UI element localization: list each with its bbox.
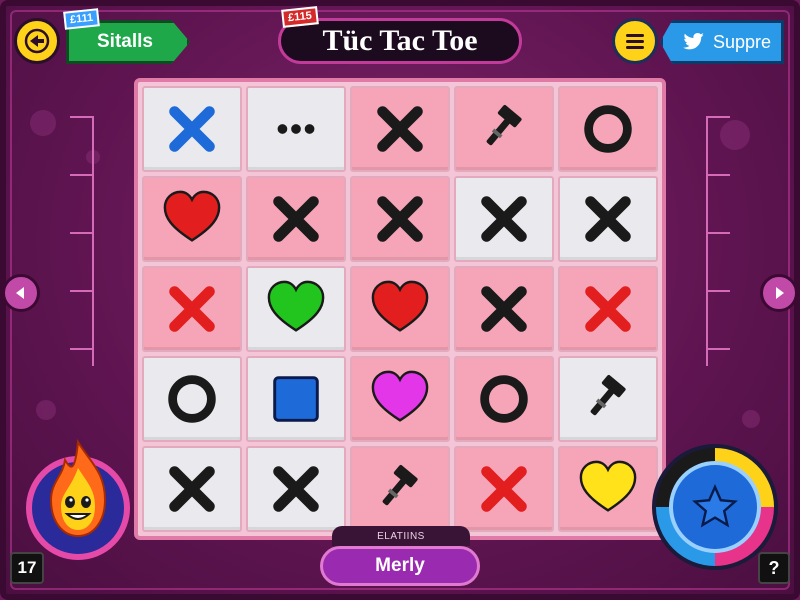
board-cell-r2-c4[interactable] [454, 176, 554, 262]
board-cell-r5-c3[interactable] [350, 446, 450, 532]
o-black-icon [584, 105, 632, 153]
board-cell-r4-c3[interactable] [350, 356, 450, 442]
board-cell-r5-c2[interactable] [246, 446, 346, 532]
player-avatar[interactable] [26, 438, 130, 560]
status-label: ELATIINS [332, 526, 470, 546]
board-cell-r3-c5[interactable] [558, 266, 658, 352]
heart-red-icon [163, 190, 221, 242]
x-black-icon [273, 196, 319, 242]
x-red-icon [169, 286, 215, 332]
chevron-left-icon [16, 287, 24, 299]
back-arrow-icon [24, 28, 50, 54]
power-up-button[interactable] [652, 444, 778, 570]
decor-bubble [30, 110, 56, 136]
heart-red-icon [371, 280, 429, 332]
board-cell-r3-c4[interactable] [454, 266, 554, 352]
board-cell-r4-c4[interactable] [454, 356, 554, 442]
left-rail [70, 116, 94, 366]
heart-magenta-icon [371, 370, 429, 422]
hamburger-icon [626, 33, 644, 37]
o-black-icon [480, 375, 528, 423]
x-red-icon [585, 286, 631, 332]
x-black-icon [273, 466, 319, 512]
x-black-icon [481, 196, 527, 242]
board-cell-r4-c2[interactable] [246, 356, 346, 442]
board-cell-r1-c1[interactable] [142, 86, 242, 172]
hammer-icon [382, 464, 418, 506]
right-rail [706, 116, 730, 366]
turn-counter: 17 [10, 552, 44, 584]
page-title: Tüc Tac Toe [278, 18, 522, 64]
stats-label: Sitalls [97, 31, 153, 52]
square-blue-icon [273, 376, 319, 422]
ellipsis-icon [277, 124, 315, 134]
prev-arrow-button[interactable] [2, 274, 40, 312]
stats-badge: £1​11 [63, 8, 101, 30]
power-inner [669, 461, 761, 553]
board-cell-r2-c2[interactable] [246, 176, 346, 262]
hammer-icon [590, 374, 626, 416]
heart-yellow-icon [579, 460, 637, 512]
board-cell-r5-c4[interactable] [454, 446, 554, 532]
x-blue-icon [169, 106, 215, 152]
game-board [134, 78, 666, 540]
heart-green-icon [267, 280, 325, 332]
o-black-icon [168, 375, 216, 423]
fire-mascot-icon [49, 438, 107, 538]
board-cell-r3-c2[interactable] [246, 266, 346, 352]
board-cell-r4-c5[interactable] [558, 356, 658, 442]
x-black-icon [169, 466, 215, 512]
x-black-icon [585, 196, 631, 242]
share-label: Suppre [712, 31, 771, 52]
star-icon [692, 484, 738, 528]
title-badge: £115 [281, 6, 319, 28]
board-cell-r5-c1[interactable] [142, 446, 242, 532]
decor-bubble [742, 410, 760, 428]
menu-button[interactable] [612, 18, 658, 64]
help-button[interactable]: ? [758, 552, 790, 584]
decor-bubble [720, 120, 750, 150]
share-button[interactable]: Suppre [660, 20, 784, 64]
board-cell-r1-c5[interactable] [558, 86, 658, 172]
board-cell-r3-c3[interactable] [350, 266, 450, 352]
board-cell-r2-c5[interactable] [558, 176, 658, 262]
x-black-icon [377, 196, 423, 242]
decor-bubble [36, 400, 56, 420]
x-black-icon [481, 286, 527, 332]
chevron-right-icon [776, 287, 784, 299]
board-cell-r2-c1[interactable] [142, 176, 242, 262]
next-arrow-button[interactable] [760, 274, 798, 312]
player-name-button[interactable]: Merly [320, 546, 480, 586]
back-button[interactable] [14, 18, 60, 64]
board-cell-r4-c1[interactable] [142, 356, 242, 442]
board-cell-r1-c3[interactable] [350, 86, 450, 172]
x-red-icon [481, 466, 527, 512]
board-cell-r3-c1[interactable] [142, 266, 242, 352]
board-cell-r1-c4[interactable] [454, 86, 554, 172]
board-cell-r1-c2[interactable] [246, 86, 346, 172]
board-cell-r2-c3[interactable] [350, 176, 450, 262]
bird-icon [683, 33, 704, 50]
x-black-icon [377, 106, 423, 152]
board-cell-r5-c5[interactable] [558, 446, 658, 532]
hammer-icon [486, 104, 522, 146]
